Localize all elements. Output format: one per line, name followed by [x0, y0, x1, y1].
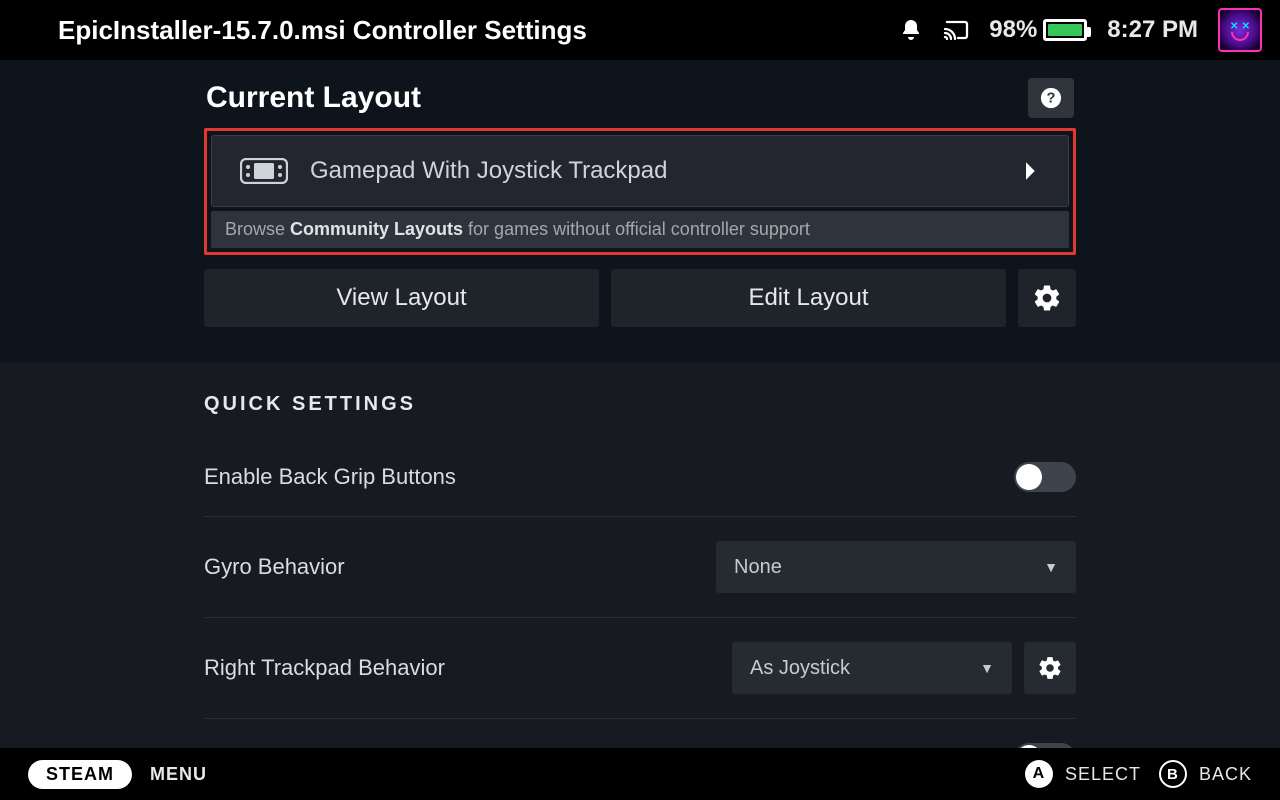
casting-icon[interactable]	[943, 19, 969, 41]
browse-prefix: Browse	[225, 219, 290, 239]
content: Current Layout ? Gamepad With Joys	[0, 60, 1280, 797]
rtp-dropdown[interactable]: As Joystick ▼	[732, 642, 1012, 694]
battery-status: 98%	[989, 16, 1087, 44]
a-button-icon: A	[1025, 760, 1053, 788]
edit-layout-button[interactable]: Edit Layout	[611, 269, 1006, 327]
select-label: SELECT	[1065, 764, 1141, 785]
layout-settings-button[interactable]	[1018, 269, 1076, 327]
hint-select: A SELECT	[1025, 760, 1141, 788]
back-label: BACK	[1199, 764, 1252, 785]
gyro-dropdown[interactable]: None ▼	[716, 541, 1076, 593]
quick-settings-title: QUICK SETTINGS	[204, 393, 1076, 438]
menu-button[interactable]: MENU	[150, 764, 207, 785]
battery-percent: 98%	[989, 16, 1037, 44]
bottom-bar: STEAM MENU A SELECT B BACK	[0, 748, 1280, 800]
setting-right-trackpad: Right Trackpad Behavior As Joystick ▼	[204, 618, 1076, 719]
gear-icon	[1037, 655, 1063, 681]
chevron-down-icon: ▼	[980, 660, 994, 676]
hint-back: B BACK	[1159, 760, 1252, 788]
layout-highlight-box: Gamepad With Joystick Trackpad Browse Co…	[204, 128, 1076, 255]
page-title: EpicInstaller-15.7.0.msi Controller Sett…	[58, 15, 881, 46]
view-layout-button[interactable]: View Layout	[204, 269, 599, 327]
view-layout-label: View Layout	[336, 284, 466, 312]
rtp-settings-button[interactable]	[1024, 642, 1076, 694]
back-grip-label: Enable Back Grip Buttons	[204, 464, 998, 490]
avatar[interactable]	[1218, 8, 1262, 52]
notifications-icon[interactable]	[899, 18, 923, 42]
edit-layout-label: Edit Layout	[748, 284, 868, 312]
chevron-right-icon	[1024, 161, 1038, 181]
current-layout-card[interactable]: Gamepad With Joystick Trackpad	[211, 135, 1069, 207]
rtp-value: As Joystick	[750, 657, 850, 680]
back-grip-toggle[interactable]	[1014, 462, 1076, 492]
top-bar: EpicInstaller-15.7.0.msi Controller Sett…	[0, 0, 1280, 60]
battery-icon	[1043, 19, 1087, 41]
setting-gyro: Gyro Behavior None ▼	[204, 517, 1076, 618]
browse-suffix: for games without official controller su…	[463, 219, 810, 239]
gyro-value: None	[734, 556, 782, 579]
browse-community-layouts[interactable]: Browse Community Layouts for games witho…	[211, 211, 1069, 248]
gear-icon	[1032, 283, 1062, 313]
gyro-label: Gyro Behavior	[204, 554, 700, 580]
quick-settings-section: QUICK SETTINGS Enable Back Grip Buttons …	[0, 363, 1280, 797]
svg-text:?: ?	[1047, 91, 1056, 107]
browse-bold: Community Layouts	[290, 219, 463, 239]
current-layout-heading: Current Layout	[206, 81, 421, 115]
b-button-icon: B	[1159, 760, 1187, 788]
help-button[interactable]: ?	[1028, 78, 1074, 118]
status-icons: 98% 8:27 PM	[899, 8, 1262, 52]
setting-back-grip: Enable Back Grip Buttons	[204, 438, 1076, 517]
clock: 8:27 PM	[1107, 16, 1198, 44]
chevron-down-icon: ▼	[1044, 559, 1058, 575]
steamdeck-icon	[240, 158, 288, 184]
steam-button[interactable]: STEAM	[28, 760, 132, 789]
current-layout-name: Gamepad With Joystick Trackpad	[310, 157, 667, 185]
rtp-label: Right Trackpad Behavior	[204, 655, 716, 681]
